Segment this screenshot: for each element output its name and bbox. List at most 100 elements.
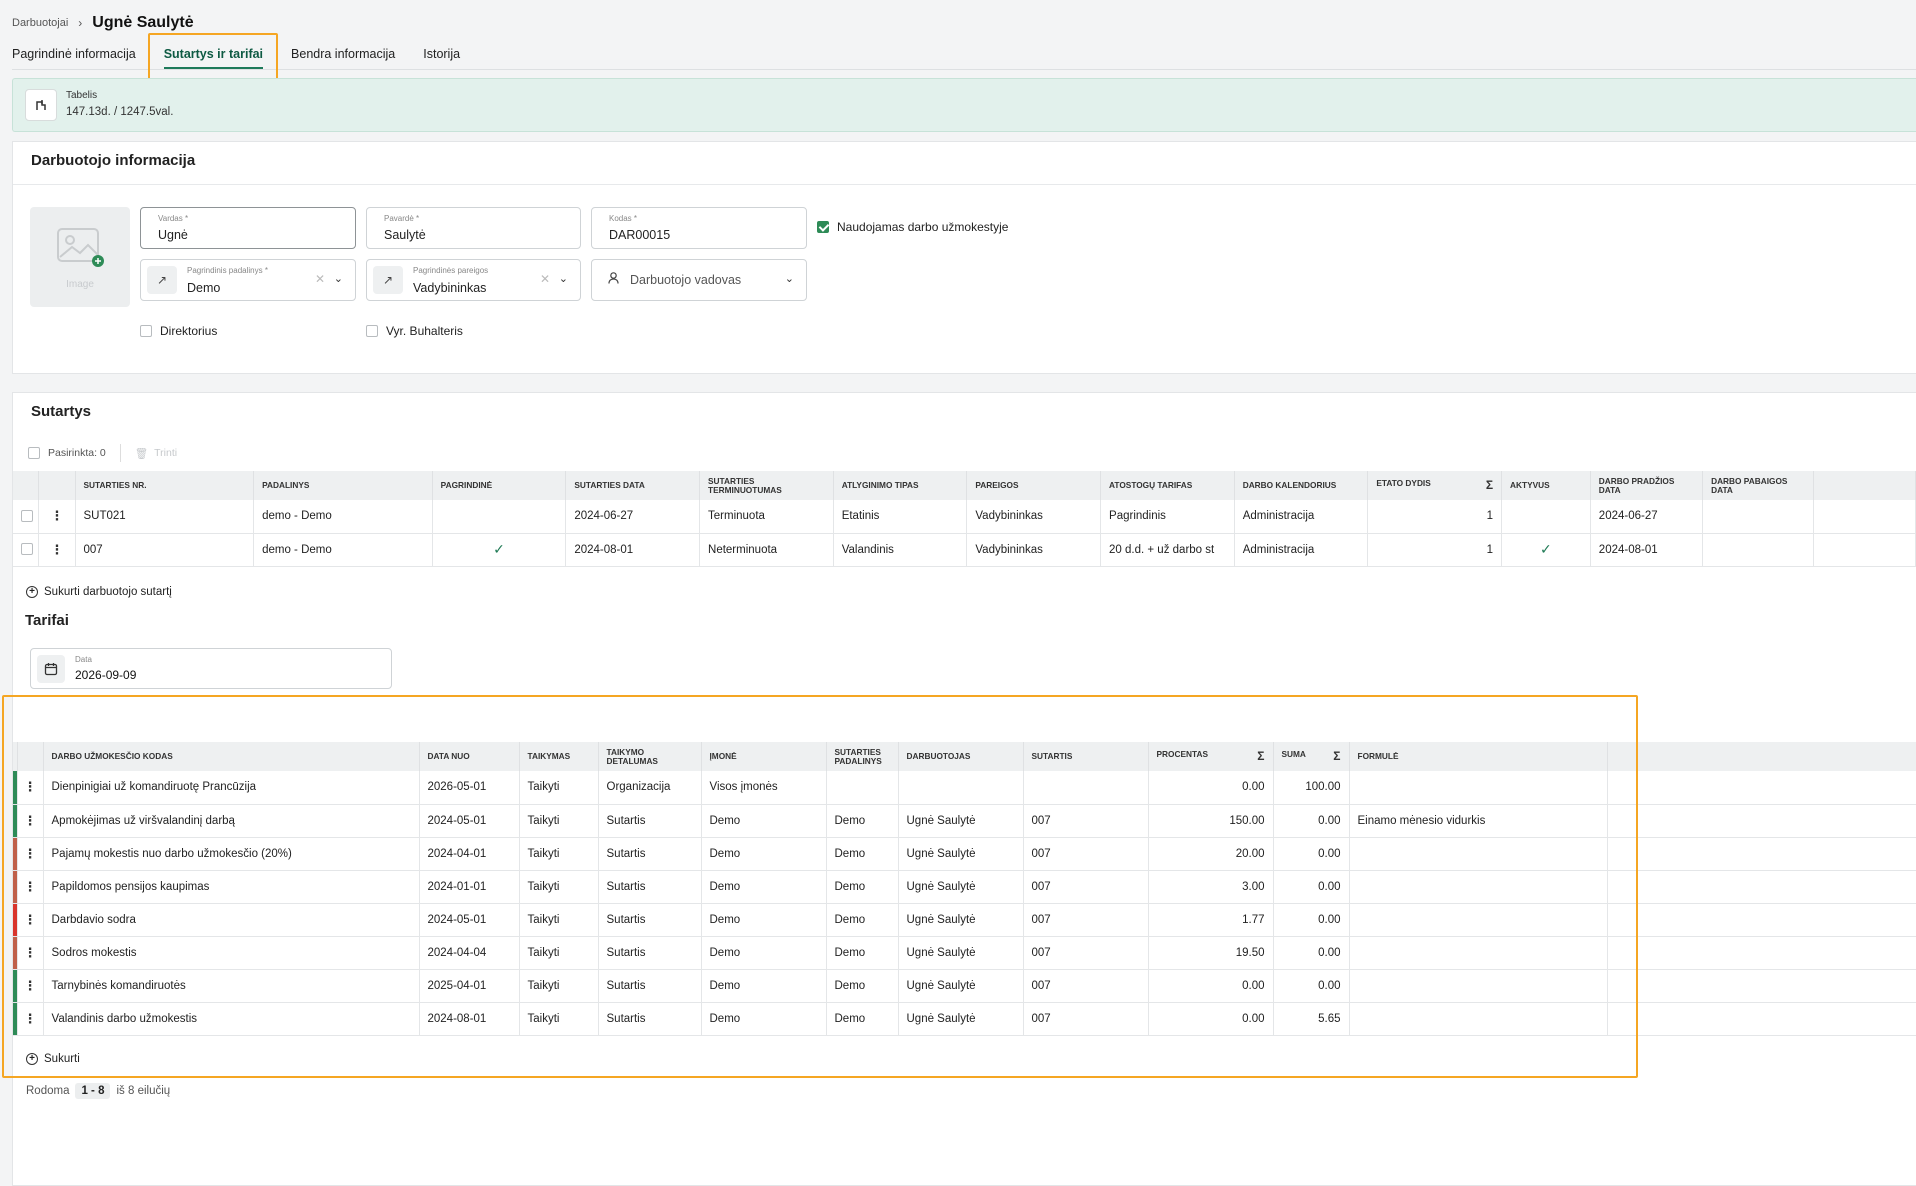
header-percent[interactable]: Procentas Σ — [1148, 742, 1274, 771]
cell-application: Taikyti — [519, 1002, 599, 1036]
trash-icon: 🗑 — [134, 447, 149, 460]
more-vertical-icon[interactable]: ⋮ — [24, 846, 37, 862]
create-contract-button[interactable]: + Sukurti darbuotojo sutartį — [26, 586, 172, 598]
header-contract-date[interactable]: Sutarties data — [565, 471, 701, 500]
header-amount[interactable]: Suma Σ — [1273, 742, 1350, 771]
employee-photo[interactable]: Image — [30, 207, 130, 307]
more-vertical-icon[interactable]: ⋮ — [50, 508, 63, 524]
header-contract-department[interactable]: Sutarties padalinys — [826, 742, 899, 771]
create-tariff-button[interactable]: + Sukurti — [26, 1053, 80, 1065]
table-row[interactable]: ⋮ Sodros mokestis 2024-04-04 Taikyti Sutarti… — [13, 936, 1916, 970]
cell-contract: 007 — [1023, 870, 1149, 904]
director-checkbox-row[interactable]: Direktorius — [140, 324, 217, 338]
timesheet-icon[interactable] — [25, 89, 57, 121]
sum-icon[interactable]: Σ — [1486, 479, 1493, 492]
header-end-date[interactable]: Darbo pabaigos data — [1702, 471, 1815, 500]
tabs-divider — [12, 69, 1916, 70]
header-term[interactable]: Sutarties terminuotumas — [699, 471, 834, 500]
check-icon: ✓ — [1540, 541, 1552, 557]
code-field[interactable]: Kodas * DAR00015 — [591, 207, 807, 249]
table-row[interactable]: ⋮ Tarnybinės komandiruotės 2025-04-01 Taiky… — [13, 969, 1916, 1003]
more-vertical-icon[interactable]: ⋮ — [24, 779, 37, 795]
clear-icon[interactable]: ✕ — [540, 272, 550, 286]
chief-accountant-checkbox[interactable] — [366, 325, 378, 337]
sum-icon[interactable]: Σ — [1257, 750, 1264, 763]
position-label: Pagrindinės pareigos — [413, 266, 489, 275]
breadcrumb-parent-link[interactable]: Darbuotojai — [12, 17, 68, 29]
cell-contract: 007 — [1023, 903, 1149, 937]
row-checkbox[interactable] — [21, 510, 33, 523]
tab-history[interactable]: Istorija — [423, 47, 460, 69]
header-company[interactable]: Įmonė — [701, 742, 827, 771]
calendar-icon[interactable] — [37, 655, 65, 683]
header-position[interactable]: Pareigos — [966, 471, 1102, 500]
external-link-icon[interactable]: ↗ — [373, 266, 403, 294]
chevron-down-icon[interactable]: ⌄ — [334, 272, 343, 285]
header-pay-code[interactable]: Darbo užmokesčio kodas — [43, 742, 420, 771]
pager-range[interactable]: 1 - 8 — [75, 1083, 111, 1099]
header-start-date[interactable]: Darbo pradžios data — [1590, 471, 1704, 500]
first-name-field[interactable]: Vardas * Ugnė — [140, 207, 356, 249]
table-row[interactable]: ⋮ SUT021 demo - Demo 2024-06-27 Terminuo… — [13, 500, 1916, 534]
table-row[interactable]: ⋮ Dienpinigiai už komandiruotę Prancūzija… — [13, 771, 1916, 805]
cell-formula — [1349, 870, 1608, 904]
header-formula[interactable]: Formulė — [1349, 742, 1608, 771]
header-application-detail[interactable]: Taikymo detalumas — [598, 742, 702, 771]
cell-formula — [1349, 936, 1608, 970]
tariff-date-field[interactable]: Data 2026-09-09 — [30, 648, 392, 689]
manager-select[interactable]: Darbuotojo vadovas ⌄ — [591, 259, 807, 301]
tab-general-info[interactable]: Bendra informacija — [291, 47, 395, 69]
external-link-icon[interactable]: ↗ — [147, 266, 177, 294]
chevron-down-icon[interactable]: ⌄ — [785, 272, 794, 285]
table-row[interactable]: ⋮ Darbdavio sodra 2024-05-01 Taikyti Sutarti… — [13, 903, 1916, 937]
header-primary[interactable]: Pagrindinė — [432, 471, 567, 500]
department-value: Demo — [187, 281, 221, 295]
header-date-from[interactable]: Data nuo — [419, 742, 520, 771]
header-application[interactable]: Taikymas — [519, 742, 599, 771]
header-employee[interactable]: Darbuotojas — [898, 742, 1024, 771]
more-vertical-icon[interactable]: ⋮ — [24, 1011, 37, 1027]
more-vertical-icon[interactable]: ⋮ — [50, 542, 63, 558]
cell-pay-code: Apmokėjimas už viršvalandinį darbą — [43, 804, 420, 838]
header-fte[interactable]: Etato dydis Σ — [1367, 471, 1503, 500]
header-department[interactable]: Padalinys — [253, 471, 433, 500]
table-row[interactable]: ⋮ Papildomos pensijos kaupimas 2024-01-01 T… — [13, 870, 1916, 904]
director-checkbox[interactable] — [140, 325, 152, 337]
header-contract[interactable]: Sutartis — [1023, 742, 1149, 771]
table-row[interactable]: ⋮ Pajamų mokestis nuo darbo užmokesčio (2… — [13, 837, 1916, 871]
select-all-checkbox[interactable] — [28, 447, 40, 459]
header-active[interactable]: Aktyvus — [1501, 471, 1591, 500]
department-select[interactable]: ↗ Pagrindinis padalinys * Demo ✕ ⌄ — [140, 259, 356, 301]
department-label: Pagrindinis padalinys * — [187, 266, 268, 275]
table-row[interactable]: ⋮ Apmokėjimas už viršvalandinį darbą 2024-… — [13, 804, 1916, 838]
sum-icon[interactable]: Σ — [1333, 750, 1340, 763]
cell-application-detail: Sutartis — [598, 969, 702, 1003]
position-select[interactable]: ↗ Pagrindinės pareigos Vadybininkas ✕ ⌄ — [366, 259, 581, 301]
more-vertical-icon[interactable]: ⋮ — [24, 978, 37, 994]
more-vertical-icon[interactable]: ⋮ — [24, 945, 37, 961]
chevron-down-icon[interactable]: ⌄ — [559, 272, 568, 285]
header-contract-nr[interactable]: Sutarties nr. — [75, 471, 255, 500]
more-vertical-icon[interactable]: ⋮ — [24, 879, 37, 895]
payroll-checkbox[interactable] — [817, 221, 829, 233]
table-row[interactable]: ⋮ 007 demo - Demo ✓ 2024-08-01 Neterminu… — [13, 533, 1916, 567]
row-checkbox[interactable] — [21, 543, 33, 556]
header-actions — [17, 742, 44, 771]
table-row[interactable]: ⋮ Valandinis darbo užmokestis 2024-08-01 Ta… — [13, 1002, 1916, 1036]
more-vertical-icon[interactable]: ⋮ — [24, 912, 37, 928]
header-calendar[interactable]: Darbo kalendorius — [1234, 471, 1369, 500]
tariffs-header-row: Darbo užmokesčio kodas Data nuo Taikymas… — [13, 742, 1916, 771]
tab-basic-info[interactable]: Pagrindinė informacija — [12, 47, 136, 69]
delete-button[interactable]: 🗑 Trinti — [135, 447, 177, 460]
cell-contract-department: Demo — [826, 804, 899, 838]
more-vertical-icon[interactable]: ⋮ — [24, 813, 37, 829]
chief-accountant-checkbox-row[interactable]: Vyr. Buhalteris — [366, 324, 463, 338]
last-name-field[interactable]: Pavardė * Saulytė — [366, 207, 581, 249]
payroll-checkbox-row[interactable]: Naudojamas darbo užmokestyje — [817, 220, 1008, 234]
employee-info-card: Darbuotojo informacija — [12, 141, 1916, 374]
clear-icon[interactable]: ✕ — [315, 272, 325, 286]
cell-amount: 0.00 — [1273, 837, 1350, 871]
header-vacation-tariff[interactable]: Atostogų tarifas — [1100, 471, 1235, 500]
header-pay-type[interactable]: Atlyginimo tipas — [833, 471, 968, 500]
cell-company: Demo — [701, 936, 827, 970]
